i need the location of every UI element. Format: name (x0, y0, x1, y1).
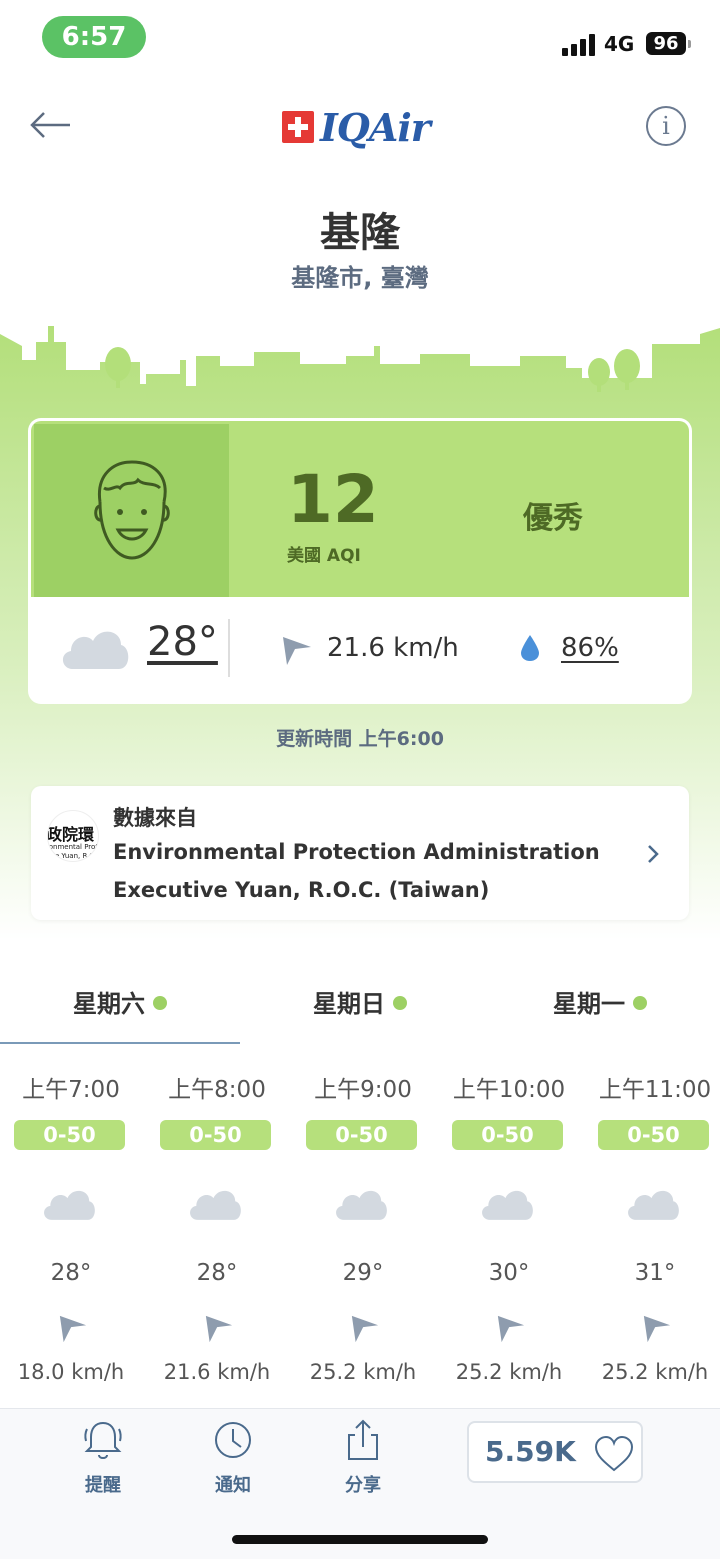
weather-row: 28° 21.6 km/h 86% (31, 597, 689, 701)
hour-time: 上午9:00 (314, 1077, 412, 1103)
signal-icon (562, 32, 598, 56)
divider (228, 619, 230, 677)
likes-count: 5.59K (485, 1435, 576, 1468)
face-panel (34, 424, 229, 597)
hour-column: 上午7:00 0-50 28° 18.0 km/h (0, 1060, 144, 1400)
aqi-label: 美國 AQI (287, 546, 361, 566)
hourly-forecast[interactable]: 上午7:00 0-50 28° 18.0 km/h 上午8:00 0-50 28… (0, 1060, 720, 1400)
hour-aqi-badge: 0-50 (160, 1120, 271, 1150)
heart-icon (594, 1435, 634, 1472)
day-tabs: 星期六 星期日 星期一 (0, 968, 720, 1044)
wind-speed: 21.6 km/h (327, 633, 459, 663)
status-time: 6:57 (42, 16, 146, 58)
epa-logo: 政院環 ronmental Protec tive Yuan, R.O. (47, 810, 99, 862)
hour-time: 上午8:00 (168, 1077, 266, 1103)
share-button[interactable]: 分享 (323, 1419, 403, 1497)
hour-temp: 30° (488, 1260, 530, 1286)
hour-wind: 25.2 km/h (455, 1360, 563, 1384)
clock-icon (215, 1422, 251, 1458)
aqi-header: 12 美國 AQI 優秀 (31, 421, 689, 597)
hour-column: 上午11:00 0-50 31° 25.2 km/h (582, 1060, 720, 1400)
status-dot (633, 996, 647, 1010)
region-name: 基隆市, 臺灣 (291, 264, 429, 292)
city-name: 基隆 (320, 210, 400, 256)
battery-icon: 96 (646, 32, 691, 55)
updated-time: 更新時間 上午6:00 (276, 728, 444, 750)
notify-label: 通知 (215, 1475, 251, 1496)
hour-wind: 25.2 km/h (601, 1360, 709, 1384)
cloud-icon (62, 631, 129, 669)
bell-icon (84, 1421, 122, 1459)
cloud-icon (190, 1190, 241, 1220)
network-type: 4G (604, 32, 635, 56)
bottom-toolbar: 提醒 通知 分享 5.59K (0, 1408, 720, 1559)
happy-face-icon (94, 460, 170, 560)
share-icon (348, 1419, 378, 1460)
status-bar: 6:57 4G 96 (0, 0, 720, 80)
tab-saturday[interactable]: 星期六 (0, 968, 240, 1044)
temperature-value[interactable]: 28° (147, 619, 218, 665)
home-indicator (232, 1535, 488, 1544)
cloud-icon (336, 1190, 387, 1220)
hour-time: 上午11:00 (598, 1077, 712, 1103)
hour-temp: 28° (196, 1260, 238, 1286)
hour-wind: 18.0 km/h (17, 1360, 125, 1384)
hour-temp: 31° (634, 1260, 676, 1286)
tab-sunday[interactable]: 星期日 (240, 968, 480, 1044)
wind-direction-icon (497, 1315, 525, 1343)
aqi-value: 12 (287, 461, 379, 538)
wind-direction-icon (643, 1315, 671, 1343)
hour-aqi-badge: 0-50 (306, 1120, 417, 1150)
hour-column: 上午8:00 0-50 28° 21.6 km/h (144, 1060, 290, 1400)
hour-aqi-badge: 0-50 (452, 1120, 563, 1150)
wind-direction-icon (351, 1315, 379, 1343)
wind-direction-icon (283, 637, 311, 665)
source-title: 數據來自 (113, 806, 197, 830)
hour-temp: 28° (50, 1260, 92, 1286)
hour-time: 上午10:00 (452, 1077, 566, 1103)
info-button[interactable]: i (646, 106, 686, 146)
back-button[interactable] (28, 104, 74, 146)
status-dot (393, 996, 407, 1010)
data-source-card[interactable]: 政院環 ronmental Protec tive Yuan, R.O. 數據來… (31, 786, 689, 920)
hour-column: 上午9:00 0-50 29° 25.2 km/h (290, 1060, 436, 1400)
hour-aqi-badge: 0-50 (598, 1120, 709, 1150)
hour-time: 上午7:00 (22, 1077, 120, 1103)
wind-direction-icon (59, 1315, 87, 1343)
remind-label: 提醒 (85, 1475, 121, 1496)
aqi-card[interactable]: 12 美國 AQI 優秀 28° 21.6 km/h 86% (31, 421, 689, 701)
arrow-left-icon (30, 112, 70, 138)
hour-wind: 25.2 km/h (309, 1360, 417, 1384)
like-button[interactable]: 5.59K (467, 1421, 643, 1483)
source-name-line1: Environmental Protection Administration (113, 840, 600, 864)
share-label: 分享 (345, 1475, 381, 1496)
hour-aqi-badge: 0-50 (14, 1120, 125, 1150)
cloud-icon (482, 1190, 533, 1220)
logo-text: IQAir (320, 104, 431, 150)
swiss-flag-icon (282, 111, 314, 143)
hour-column: 上午10:00 0-50 30° 25.2 km/h (436, 1060, 582, 1400)
aqi-status: 優秀 (523, 501, 583, 536)
cloud-icon (628, 1190, 679, 1220)
notify-button[interactable]: 通知 (193, 1419, 273, 1497)
tab-monday[interactable]: 星期一 (480, 968, 720, 1044)
source-name-line2: Executive Yuan, R.O.C. (Taiwan) (113, 878, 490, 902)
wind-direction-icon (205, 1315, 233, 1343)
humidity-value[interactable]: 86% (561, 633, 619, 663)
hour-wind: 21.6 km/h (163, 1360, 271, 1384)
hour-temp: 29° (342, 1260, 384, 1286)
cloud-icon (44, 1190, 95, 1220)
iqair-logo: IQAir (282, 104, 431, 150)
chevron-right-icon (648, 845, 659, 863)
remind-button[interactable]: 提醒 (63, 1419, 143, 1497)
status-dot (153, 996, 167, 1010)
humidity-drop-icon (521, 635, 539, 661)
